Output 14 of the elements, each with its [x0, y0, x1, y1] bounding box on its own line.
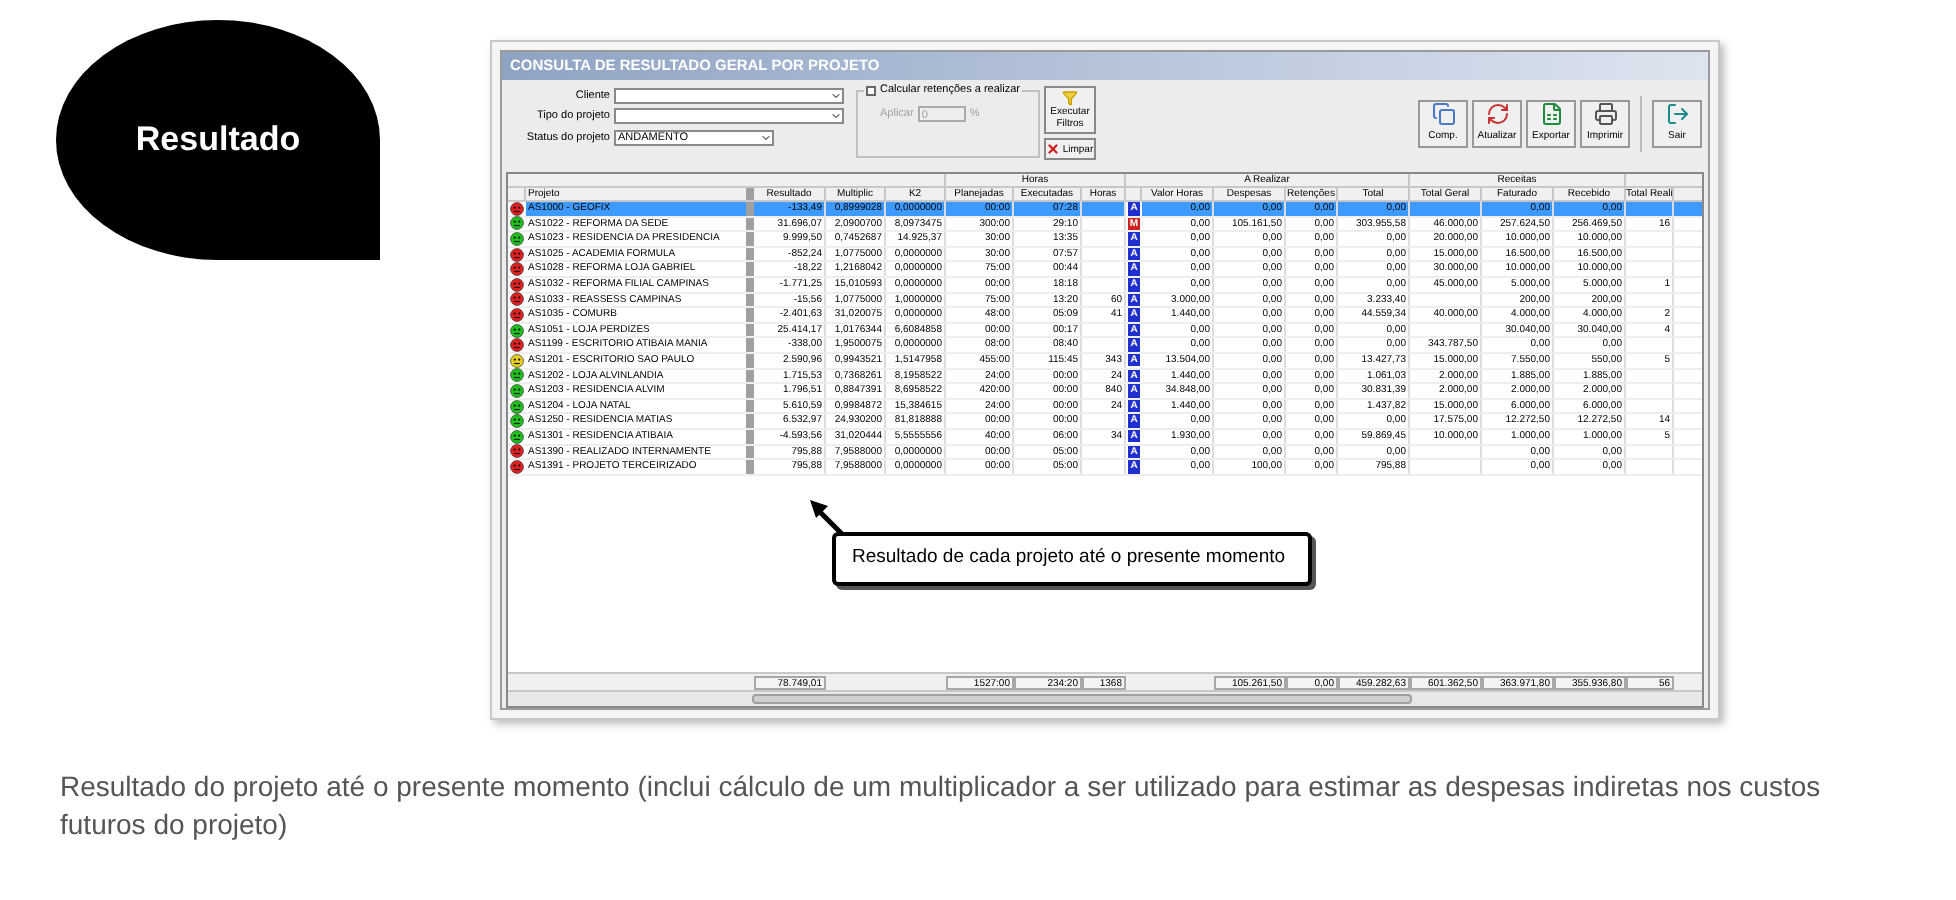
close-icon: [1046, 142, 1061, 156]
caption-text: Resultado do projeto até o presente momento (inclui cálculo de um multiplicador a ser utilizado para estimar as despesas indiretas nos custos futuros do projeto): [58, 768, 1823, 844]
exit-icon: [1665, 102, 1689, 127]
spreadsheet-icon: [1539, 102, 1563, 127]
dropdown-caret-icon: [760, 131, 772, 144]
callout-text: Resultado de cada projeto até o presente momento: [852, 544, 1286, 573]
dropdown-field[interactable]: [614, 108, 844, 125]
refresh-icon: [1485, 102, 1509, 127]
document-icon: [1431, 102, 1455, 127]
funnel-icon: [1062, 90, 1078, 106]
printer-icon: [1593, 102, 1617, 127]
dropdown-field[interactable]: [614, 88, 844, 105]
horizontal-scrollbar[interactable]: [508, 690, 1702, 706]
bubble-title: Resultado: [135, 118, 301, 163]
